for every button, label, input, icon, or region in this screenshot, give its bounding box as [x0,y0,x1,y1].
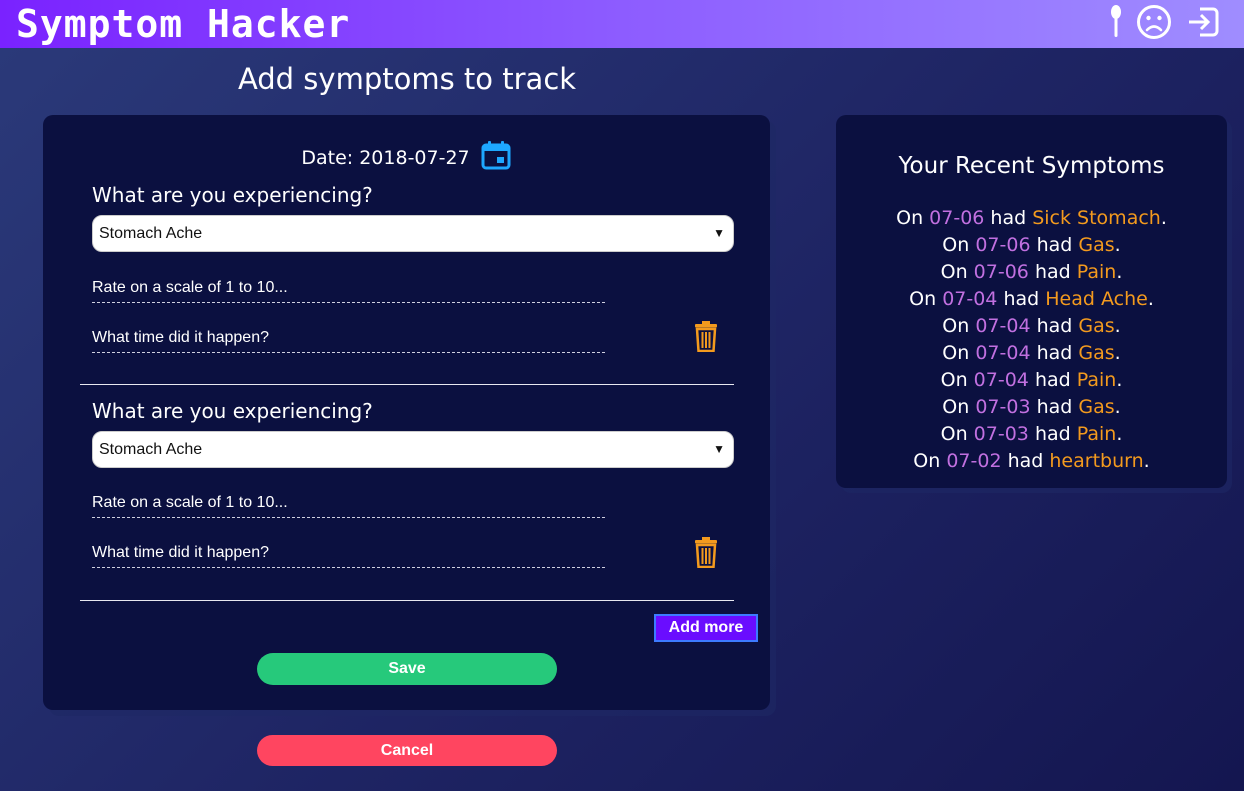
recent-row-verb: had [1036,315,1073,337]
recent-symptoms-title: Your Recent Symptoms [898,153,1165,179]
recent-row-date: 07-04 [975,315,1031,337]
add-more-button[interactable]: Add more [654,614,758,642]
symptom-question: What are you experiencing? [92,399,373,423]
sad-face-icon[interactable] [1136,4,1172,44]
recent-row-date: 07-04 [973,369,1029,391]
recent-symptom-row: On 07-04 had Gas. [942,342,1121,364]
recent-row-prefix: On [940,369,968,391]
recent-row-prefix: On [896,207,924,229]
recent-row-verb: had [1034,369,1071,391]
recent-row-symptom: Gas [1078,342,1115,364]
rating-input[interactable]: Rate on a scale of 1 to 10... [92,277,605,303]
recent-symptoms-card: Your Recent Symptoms On 07-06 had Sick S… [836,115,1227,488]
page-title: Add symptoms to track [237,62,577,96]
recent-symptoms-list: On 07-06 had Sick Stomach. On 07-06 had G… [836,205,1227,475]
symptom-select-value: Stomach Ache [99,441,203,458]
cancel-button[interactable]: Cancel [257,735,557,766]
date-row: Date: 2018-07-27 [43,139,770,176]
recent-row-symptom: Sick Stomach [1032,207,1161,229]
recent-row-date: 07-04 [975,342,1031,364]
sign-out-icon[interactable] [1186,6,1220,42]
recent-row-symptom: Head Ache [1045,288,1148,310]
symptom-select[interactable]: Stomach Ache ▼ [92,215,734,252]
symptom-select[interactable]: Stomach Ache ▼ [92,431,734,468]
recent-symptom-row: On 07-04 had Head Ache. [909,288,1154,310]
time-input[interactable]: What time did it happen? [92,327,605,353]
recent-row-symptom: heartburn [1049,450,1144,472]
app-title[interactable]: Symptom Hacker [16,2,350,46]
recent-symptom-row: On 07-02 had heartburn. [913,450,1150,472]
recent-symptom-row: On 07-04 had Gas. [942,315,1121,337]
spoon-icon[interactable] [1110,5,1122,43]
recent-row-prefix: On [940,423,968,445]
recent-row-symptom: Pain [1076,369,1117,391]
recent-row-date: 07-04 [942,288,998,310]
symptom-entry: What are you experiencing? Stomach Ache … [92,399,734,599]
recent-row-date: 07-03 [975,396,1031,418]
save-button[interactable]: Save [257,653,557,685]
header-icons [1110,4,1220,44]
recent-row-prefix: On [913,450,941,472]
recent-row-date: 07-06 [929,207,985,229]
symptom-question: What are you experiencing? [92,183,373,207]
recent-row-verb: had [1036,396,1073,418]
entry-divider [80,384,734,385]
recent-row-verb: had [1003,288,1040,310]
recent-row-verb: had [1034,261,1071,283]
recent-row-verb: had [990,207,1027,229]
symptom-form-card: Date: 2018-07-27 What are you experienci… [43,115,770,710]
recent-row-date: 07-06 [975,234,1031,256]
calendar-icon[interactable] [480,139,512,176]
symptom-select-value: Stomach Ache [99,225,203,242]
recent-row-date: 07-06 [973,261,1029,283]
recent-row-symptom: Pain [1076,261,1117,283]
recent-row-prefix: On [942,396,970,418]
recent-row-prefix: On [942,234,970,256]
dropdown-caret-icon: ▼ [713,442,725,456]
recent-symptom-row: On 07-06 had Gas. [942,234,1121,256]
recent-row-prefix: On [909,288,937,310]
recent-row-verb: had [1007,450,1044,472]
recent-row-symptom: Gas [1078,234,1115,256]
recent-row-prefix: On [940,261,968,283]
date-label: Date: 2018-07-27 [301,146,470,169]
recent-row-symptom: Gas [1078,396,1115,418]
recent-row-date: 07-02 [946,450,1002,472]
top-bar: Symptom Hacker [0,0,1244,48]
recent-symptom-row: On 07-06 had Sick Stomach. [896,207,1167,229]
recent-row-symptom: Pain [1076,423,1117,445]
time-input[interactable]: What time did it happen? [92,542,605,568]
recent-row-verb: had [1036,234,1073,256]
recent-row-symptom: Gas [1078,315,1115,337]
recent-row-date: 07-03 [973,423,1029,445]
recent-symptom-row: On 07-04 had Pain. [940,369,1123,391]
recent-symptom-row: On 07-03 had Pain. [940,423,1123,445]
entry-divider [80,600,734,601]
rating-input[interactable]: Rate on a scale of 1 to 10... [92,492,605,518]
symptom-entry: What are you experiencing? Stomach Ache … [92,183,734,383]
recent-symptom-row: On 07-06 had Pain. [940,261,1123,283]
trash-icon[interactable] [694,536,718,572]
recent-row-verb: had [1036,342,1073,364]
dropdown-caret-icon: ▼ [713,226,725,240]
recent-row-prefix: On [942,315,970,337]
recent-row-prefix: On [942,342,970,364]
trash-icon[interactable] [694,320,718,356]
recent-symptom-row: On 07-03 had Gas. [942,396,1121,418]
recent-row-verb: had [1034,423,1071,445]
